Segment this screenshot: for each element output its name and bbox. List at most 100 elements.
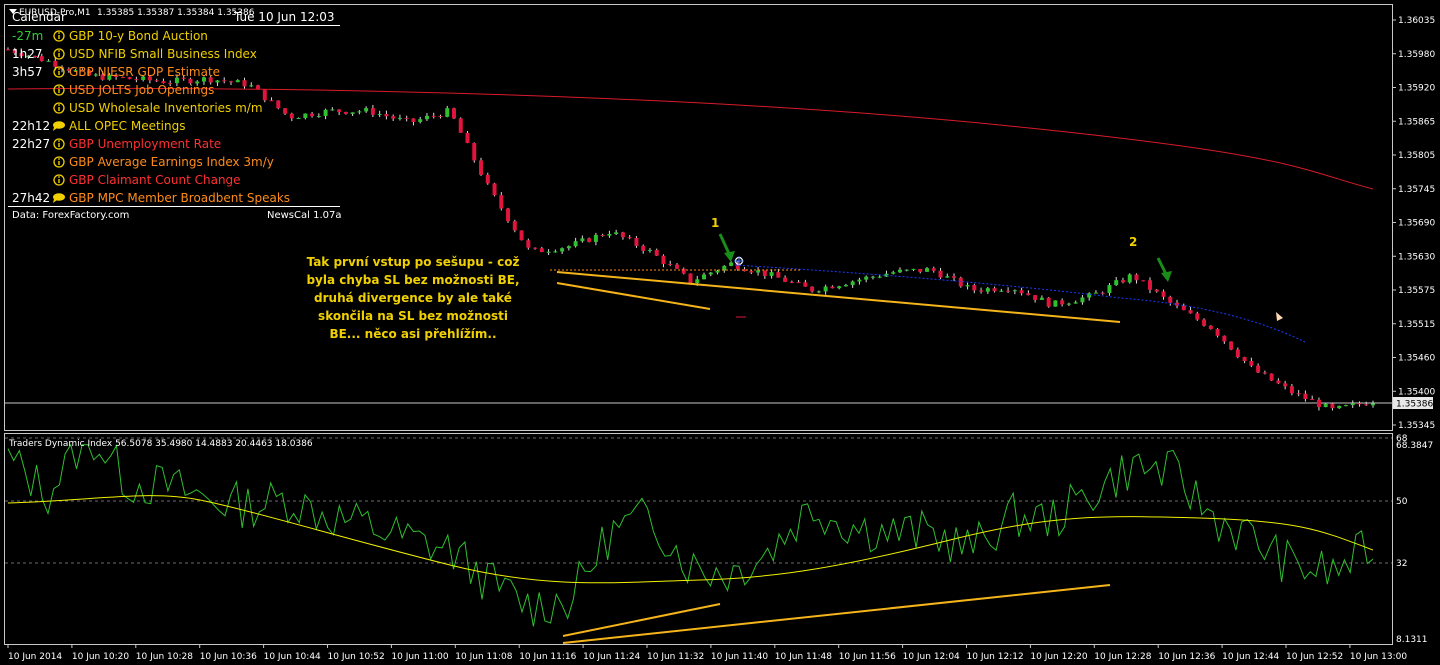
candle xyxy=(310,111,315,118)
trading-chart-window: 1.36035 1.35980 1.35920 1.35865 1.35805 1.357… xyxy=(4,4,1435,662)
time-tick-label: 10 Jun 11:48 xyxy=(775,652,832,662)
time-tick-label: 10 Jun 2014 xyxy=(8,652,62,662)
candle xyxy=(789,280,794,284)
candle xyxy=(566,245,571,251)
candle xyxy=(1229,341,1234,351)
candle xyxy=(1364,401,1369,406)
candle xyxy=(620,231,625,240)
candle xyxy=(1175,299,1180,309)
candle xyxy=(553,249,558,253)
price-tick-label: 1.35920 xyxy=(1398,84,1435,94)
event-time: 22h12 xyxy=(12,119,50,133)
candle xyxy=(668,260,673,267)
candle xyxy=(857,277,862,285)
indicator-tick-label: 8.1311 xyxy=(1396,635,1428,645)
candle xyxy=(904,269,909,272)
price-tick-label: 1.36035 xyxy=(1398,16,1435,26)
calendar-event-row[interactable]: USD JOLTS Job Openings xyxy=(53,83,214,97)
candle xyxy=(952,273,957,282)
candle xyxy=(749,270,754,275)
annotation-line: BE... něco asi přehlížím.. xyxy=(329,327,496,341)
candle xyxy=(316,113,321,118)
candle xyxy=(742,267,747,272)
candle xyxy=(1323,402,1328,408)
event-name: GBP Claimant Count Change xyxy=(69,173,241,187)
candle xyxy=(810,286,815,293)
candle xyxy=(1107,283,1112,296)
candle xyxy=(992,286,997,293)
time-axis: 10 Jun 2014 10 Jun 10:20 10 Jun 10:28 10 Ju… xyxy=(7,644,1407,662)
candle xyxy=(891,270,896,275)
event-name: ALL OPEC Meetings xyxy=(69,119,185,133)
price-tick-label: 1.35575 xyxy=(1398,286,1435,296)
candle xyxy=(661,254,666,268)
candle xyxy=(485,172,490,185)
candle xyxy=(864,275,869,283)
calendar-event-row[interactable]: 1h27 USD NFIB Small Business Index xyxy=(12,47,257,61)
candle xyxy=(1181,303,1186,311)
candle xyxy=(377,110,382,118)
info-icon xyxy=(53,102,65,114)
candle xyxy=(681,267,686,275)
candle xyxy=(445,105,450,118)
indicator-title: Traders Dynamic Index 56.5078 35.4980 14… xyxy=(8,439,313,449)
indicator-plot[interactable] xyxy=(5,437,1392,644)
event-time: 3h57 xyxy=(12,65,43,79)
candle xyxy=(228,80,233,85)
candle xyxy=(688,273,693,285)
candle xyxy=(560,247,565,255)
calendar-event-row[interactable]: USD Wholesale Inventories m/m xyxy=(53,101,263,115)
candle xyxy=(1060,298,1065,307)
price-tick-label: 1.35345 xyxy=(1398,421,1435,431)
price-tick-label: 1.35630 xyxy=(1398,252,1435,262)
calendar-event-row[interactable]: GBP Average Earnings Index 3m/y xyxy=(53,155,274,169)
candle xyxy=(533,247,538,250)
calendar-event-row[interactable]: 22h12 ALL OPEC Meetings xyxy=(12,119,185,133)
event-time: 22h27 xyxy=(12,137,50,151)
price-tick-label: 1.35865 xyxy=(1398,117,1435,127)
time-tick-label: 10 Jun 11:56 xyxy=(839,652,896,662)
candle xyxy=(1114,277,1119,286)
candle xyxy=(303,113,308,120)
candle xyxy=(506,207,511,223)
calendar-event-row[interactable]: -27m GBP 10-y Bond Auction xyxy=(12,29,208,43)
candle xyxy=(1310,395,1315,401)
candle xyxy=(654,248,659,257)
candle xyxy=(424,113,429,121)
candle xyxy=(465,130,470,144)
candle xyxy=(546,249,551,256)
calendar-event-row[interactable]: 22h27 GBP Unemployment Rate xyxy=(12,137,221,151)
candle xyxy=(384,110,389,120)
price-tick-label: 1.35980 xyxy=(1398,50,1435,60)
candle xyxy=(249,82,254,88)
candle xyxy=(1357,401,1362,407)
candle xyxy=(708,272,713,277)
price-tick-label: 1.35515 xyxy=(1398,320,1435,330)
candle xyxy=(762,270,767,279)
candle xyxy=(796,280,801,284)
calendar-event-row[interactable]: 27h42 GBP MPC Member Broadbent Speaks xyxy=(12,191,290,205)
candle xyxy=(593,232,598,246)
time-tick-label: 10 Jun 11:00 xyxy=(391,652,448,662)
candle xyxy=(1087,292,1092,301)
candle xyxy=(600,233,605,237)
calendar-title: Calendar xyxy=(12,10,66,24)
candle xyxy=(1215,328,1220,338)
candle xyxy=(1100,291,1105,295)
candle xyxy=(1256,363,1261,374)
speech-icon xyxy=(53,193,65,203)
candle xyxy=(1039,295,1044,300)
time-tick-label: 10 Jun 11:24 xyxy=(583,652,640,662)
time-tick-label: 10 Jun 12:52 xyxy=(1286,652,1343,662)
annotation-note: Tak první vstup po sešupu - což byla chyb… xyxy=(306,255,519,341)
calendar-event-row[interactable]: 3h57 GBP NIESR GDP Estimate xyxy=(12,65,220,79)
calendar-event-row[interactable]: GBP Claimant Count Change xyxy=(53,173,241,187)
time-tick-label: 10 Jun 12:20 xyxy=(1030,652,1087,662)
candle xyxy=(823,284,828,295)
candle xyxy=(397,114,402,121)
price-tick-label: 1.35690 xyxy=(1398,219,1435,229)
candle xyxy=(958,276,963,288)
event-time: 1h27 xyxy=(12,47,43,61)
candle xyxy=(222,77,227,84)
divergence-line-2 xyxy=(562,584,1111,644)
